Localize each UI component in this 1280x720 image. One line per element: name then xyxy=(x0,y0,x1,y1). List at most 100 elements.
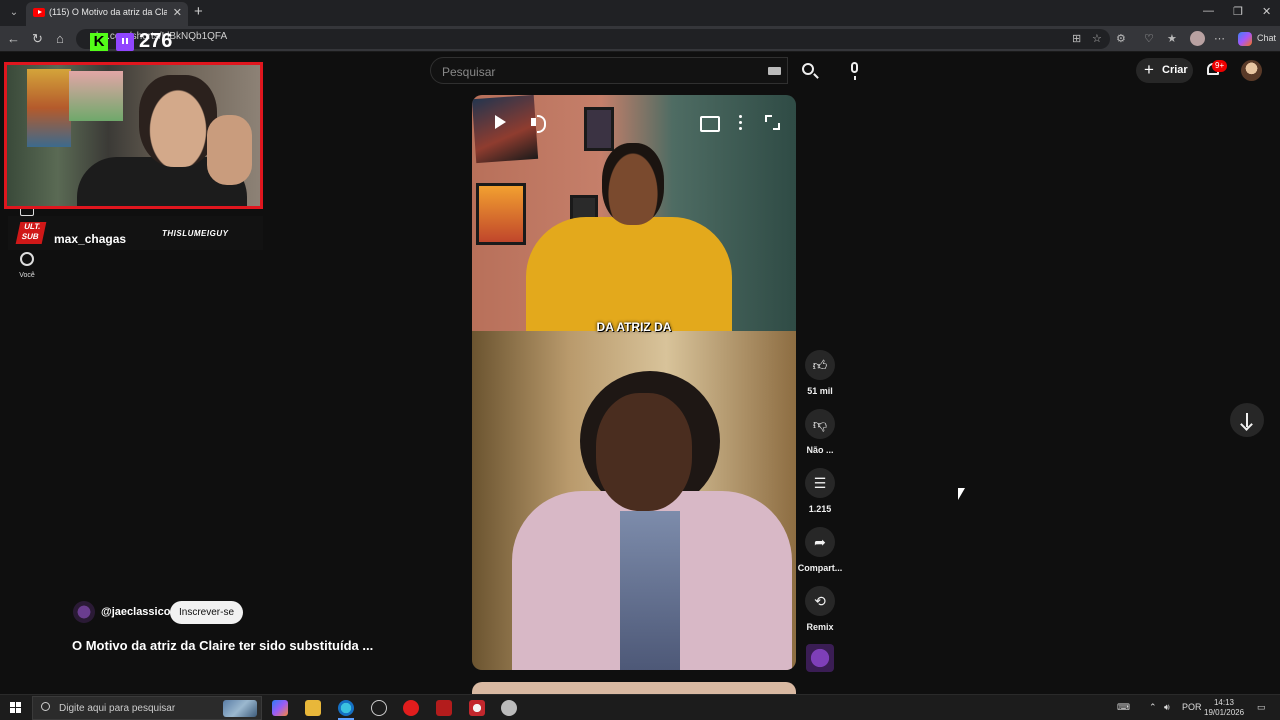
stream-brand: THISLUMEIGUY xyxy=(162,229,229,238)
dislike-circle: 👎︎ xyxy=(805,409,835,439)
sound-source-avatar[interactable] xyxy=(806,644,834,672)
voice-search-button[interactable] xyxy=(841,57,868,84)
like-count: 51 mil xyxy=(807,386,833,396)
browser-address-bar: ← ↻ ⌂ be.com/shorts/LlBkNQb1QFA ⊞ ☆ ⚙ ♡ … xyxy=(0,26,1280,52)
channel-handle[interactable]: @jaeclassico xyxy=(101,606,170,618)
create-button[interactable]: + Criar xyxy=(1136,58,1193,83)
close-window-button[interactable]: ✕ xyxy=(1262,5,1271,18)
notification-center-icon[interactable]: ▭ xyxy=(1257,702,1266,713)
comments-circle: ☰ xyxy=(805,468,835,498)
tab-list-chevron-icon[interactable]: ⌄ xyxy=(6,5,22,21)
profile-avatar[interactable] xyxy=(1190,31,1205,46)
taskbar-search-placeholder: Digite aqui para pesquisar xyxy=(59,703,176,714)
arrow-down-icon xyxy=(1246,413,1248,427)
notification-badge: 9+ xyxy=(1212,60,1228,72)
file-explorer-icon[interactable] xyxy=(305,700,321,716)
streamer-head xyxy=(139,75,217,167)
video-scene-bottom xyxy=(472,331,796,670)
home-icon[interactable]: ⌂ xyxy=(56,31,64,46)
remix-icon: ⟲ xyxy=(814,593,826,609)
minimize-button[interactable]: — xyxy=(1203,5,1214,17)
touch-keyboard-icon[interactable]: ⌨ xyxy=(1117,702,1130,713)
volume-icon[interactable] xyxy=(528,112,548,133)
twitch-logo-icon xyxy=(116,33,134,51)
wall-poster xyxy=(584,107,614,151)
search-placeholder: Pesquisar xyxy=(442,65,496,79)
webcam-overlay xyxy=(4,62,263,209)
last-sub-badge: ULT. SUB xyxy=(15,222,47,244)
remix-label: Remix xyxy=(806,622,834,632)
sidebar-item-label: Você xyxy=(19,272,35,279)
system-clock[interactable]: 14:13 19/01/2026 xyxy=(1204,698,1244,718)
wall-poster xyxy=(476,183,526,245)
tray-chevron-icon[interactable]: ⌃ xyxy=(1149,702,1157,713)
user-circle-icon xyxy=(20,252,34,266)
video-title[interactable]: O Motivo da atriz da Claire ter sido sub… xyxy=(72,638,373,653)
webcam-poster xyxy=(69,71,123,121)
copilot-icon[interactable] xyxy=(1238,32,1252,46)
actress-shirt xyxy=(620,511,680,670)
streamer-name: max_chagas xyxy=(54,232,127,246)
video-caption: DA ATRIZ DA xyxy=(596,320,672,334)
webcam-poster xyxy=(27,69,71,147)
more-options-icon[interactable]: ⋯ xyxy=(1214,32,1225,45)
refresh-icon[interactable]: ↻ xyxy=(32,31,43,47)
streaming-app-icon[interactable] xyxy=(436,700,452,716)
share-arrow-icon: ➦ xyxy=(814,534,826,550)
plus-icon: + xyxy=(1144,60,1154,79)
back-arrow-icon[interactable]: ← xyxy=(7,31,20,46)
share-circle: ➦ xyxy=(805,527,835,557)
clock-time: 14:13 xyxy=(1213,698,1235,707)
tab-title: (115) O Motivo da atriz da Claire t xyxy=(49,7,167,17)
browser-tab-active[interactable]: (115) O Motivo da atriz da Claire t ✕ xyxy=(26,2,188,26)
search-icon xyxy=(41,702,50,711)
like-circle: 👍︎ xyxy=(805,350,835,380)
more-vert-icon[interactable] xyxy=(730,112,750,132)
play-icon[interactable] xyxy=(490,112,510,132)
extensions-icon[interactable]: ⚙ xyxy=(1116,32,1126,45)
media-player-icon[interactable] xyxy=(403,700,419,716)
remix-circle: ⟲ xyxy=(805,586,835,616)
microphone-icon xyxy=(851,62,858,80)
favorites-icon[interactable]: ★ xyxy=(1167,32,1177,45)
settings-app-icon[interactable] xyxy=(501,700,517,716)
game-app-icon[interactable] xyxy=(469,700,485,716)
shorts-video-player[interactable]: DA ATRIZ DA xyxy=(472,95,796,670)
next-video-button[interactable] xyxy=(1230,403,1264,437)
mouse-cursor-icon xyxy=(958,488,965,500)
app-install-icon[interactable]: ⊞ xyxy=(1072,32,1081,45)
new-tab-button[interactable]: + xyxy=(194,3,203,20)
streamer-arm xyxy=(207,115,252,185)
browser-essentials-icon[interactable]: ♡ xyxy=(1144,32,1154,45)
next-short-preview[interactable] xyxy=(472,682,796,694)
volume-tray-icon[interactable]: 🔊︎ xyxy=(1164,702,1170,713)
subscribe-label: Inscrever-se xyxy=(178,607,234,618)
search-input[interactable]: Pesquisar xyxy=(430,57,788,84)
favorite-star-icon[interactable]: ☆ xyxy=(1092,32,1102,45)
edge-browser-icon[interactable] xyxy=(338,700,354,716)
steam-icon[interactable] xyxy=(371,700,387,716)
presenter-head xyxy=(602,143,664,225)
windows-start-icon[interactable] xyxy=(10,702,22,714)
create-label: Criar xyxy=(1162,64,1188,76)
windows-taskbar: Digite aqui para pesquisar ⌨ ⌃ 🔊︎ POR 14… xyxy=(0,694,1280,720)
viewer-count: 276 xyxy=(139,30,173,52)
account-avatar[interactable] xyxy=(1241,60,1262,81)
share-label: Compart... xyxy=(797,563,843,573)
chat-label[interactable]: Chat xyxy=(1257,33,1276,43)
copilot-taskbar-icon[interactable] xyxy=(272,700,288,716)
fullscreen-icon[interactable] xyxy=(762,112,782,132)
restore-button[interactable]: ❐ xyxy=(1233,5,1243,18)
clock-date: 19/01/2026 xyxy=(1204,708,1245,717)
tab-close-icon[interactable]: ✕ xyxy=(173,6,182,19)
search-button[interactable] xyxy=(790,57,830,84)
keyboard-icon[interactable] xyxy=(768,67,781,75)
channel-avatar[interactable] xyxy=(73,601,95,623)
taskbar-search-input[interactable]: Digite aqui para pesquisar xyxy=(32,696,262,720)
subscribe-button[interactable]: Inscrever-se xyxy=(170,601,243,624)
captions-icon[interactable] xyxy=(698,112,720,132)
language-indicator[interactable]: POR xyxy=(1182,702,1202,712)
comments-count: 1.215 xyxy=(808,504,832,514)
url-field[interactable] xyxy=(76,29,1110,49)
dislike-label: Não ... xyxy=(806,445,834,455)
